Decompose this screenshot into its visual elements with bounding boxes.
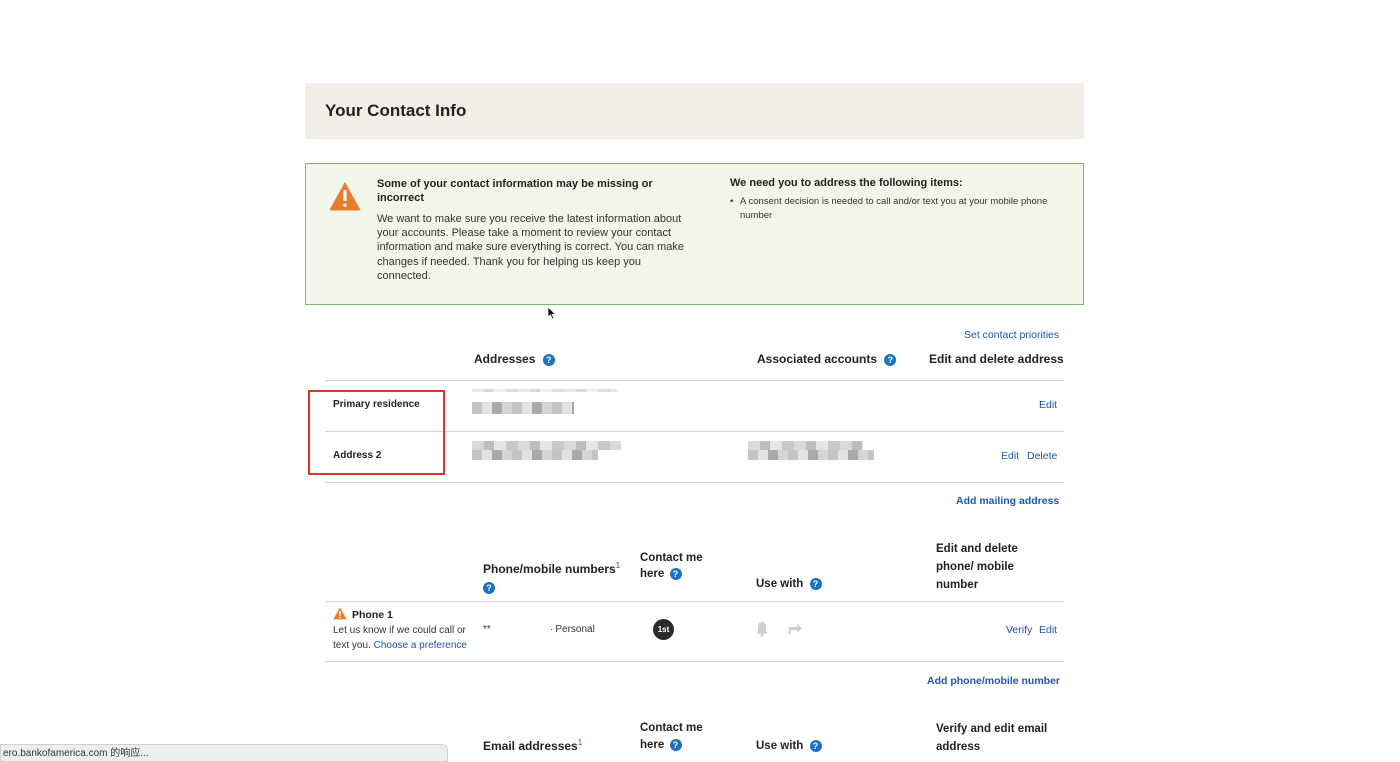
divider [325,661,1064,662]
help-icon[interactable]: ? [884,353,897,366]
email-contact-me-here-header: Contact me here ? [640,720,715,754]
edit-address-2-link[interactable]: Edit [1001,450,1019,462]
addresses-header-label: Addresses [474,352,536,366]
divider [325,482,1064,483]
help-icon[interactable]: ? [669,738,682,751]
set-contact-priorities-link[interactable]: Set contact priorities [964,329,1059,341]
phone-numbers-header-label: Phone/mobile numbers [483,562,616,576]
addresses-column-header: Addresses ? [474,352,555,366]
help-icon[interactable]: ? [809,739,822,752]
email-addresses-column-header: Email addresses1 [483,738,582,753]
alert-item: A consent decision is needed to call and… [740,195,1060,223]
redacted-address-line [472,389,618,392]
divider [325,380,1064,381]
use-with-header: Use with ? [756,576,822,593]
browser-status-bar: ero.bankofamerica.com 的响应... [0,744,448,762]
swap-arrows-icon [786,621,804,641]
redacted-account [748,450,874,460]
footnote-marker: 1 [615,561,621,570]
use-with-label: Use with [756,578,804,590]
bell-icon [755,621,769,641]
edit-delete-phone-header: Edit and delete phone/ mobile number [936,543,1018,591]
help-icon[interactable]: ? [483,581,495,594]
help-icon[interactable]: ? [542,353,555,366]
phone-type-label: Personal [555,624,595,635]
warning-icon [333,607,347,620]
associated-accounts-column-header: Associated accounts ? [757,352,897,366]
contact-me-here-header: Contact me here ? [640,550,715,582]
add-phone-link[interactable]: Add phone/mobile number [927,675,1060,687]
delete-address-2-link[interactable]: Delete [1027,450,1057,462]
edit-primary-address-link[interactable]: Edit [1039,399,1057,411]
phone-1-name: Phone 1 [352,609,393,621]
help-icon[interactable]: ? [809,577,822,590]
alert-heading: Some of your contact information may be … [377,178,653,204]
redacted-address-line [472,450,598,460]
add-mailing-address-link[interactable]: Add mailing address [956,495,1059,507]
alert-items-heading: We need you to address the following ite… [730,177,963,189]
redacted-account [748,441,863,450]
edit-delete-address-header: Edit and delete address [929,352,1064,366]
warning-icon [329,182,361,211]
email-addresses-header-label: Email addresses [483,739,578,753]
associated-accounts-header-label: Associated accounts [757,352,878,366]
verify-phone-link[interactable]: Verify [1006,624,1032,636]
redacted-address-line [472,441,621,450]
choose-preference-link[interactable]: Choose a preference [374,640,467,651]
page-title: Your Contact Info [325,101,467,120]
phone-numbers-column-header: Phone/mobile numbers1 ? [483,557,633,596]
divider [325,601,1064,602]
phone-number-masked: ** [483,624,491,635]
alert-items-list: A consent decision is needed to call and… [730,195,1060,223]
verify-edit-email-header: Verify and edit email address [936,723,1048,753]
edit-phone-link[interactable]: Edit [1039,624,1057,636]
help-icon[interactable]: ? [669,567,682,580]
redacted-address-line [472,402,574,414]
highlight-box [308,390,445,475]
email-use-with-header: Use with ? [756,738,822,755]
cursor-icon [547,306,557,323]
alert-body: We want to make sure you receive the lat… [377,213,684,282]
phone-1-description: Let us know if we could call or text you… [333,623,478,653]
email-use-with-label: Use with [756,740,804,752]
priority-badge: 1st [653,619,674,640]
footnote-marker: 1 [577,738,583,747]
phone-type: · Personal [550,624,595,635]
